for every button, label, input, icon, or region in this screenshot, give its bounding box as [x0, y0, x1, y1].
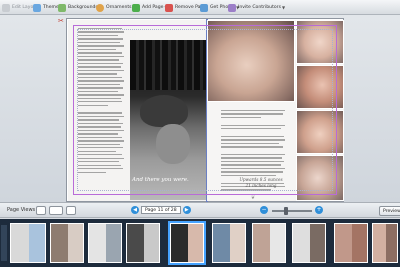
ornaments-button[interactable]: Ornaments▼ — [96, 2, 136, 13]
single-page-view-icon[interactable] — [36, 206, 46, 215]
page-indicator[interactable]: Page 11 of 28 — [141, 206, 181, 214]
filmstrip-thumbnail[interactable] — [10, 223, 46, 263]
filmstrip-thumbnail[interactable] — [372, 223, 398, 263]
layout-icon — [2, 3, 10, 12]
left-text-block[interactable] — [78, 28, 126, 175]
add-page-icon — [132, 3, 140, 12]
invite-icon — [228, 3, 236, 12]
ornaments-icon — [96, 3, 104, 12]
left-page[interactable]: And there you were. — [68, 20, 206, 201]
remove-page-icon — [165, 3, 173, 12]
filmstrip-thumbnail-selected[interactable] — [168, 221, 206, 265]
baby-photo-3[interactable] — [296, 110, 344, 154]
backgrounds-icon — [58, 3, 66, 12]
chevron-down-icon: ▼ — [281, 5, 286, 10]
next-page-icon[interactable]: ▶ — [182, 206, 191, 214]
preview-button[interactable]: Preview — [379, 206, 400, 216]
invite-contributors-button[interactable]: Invite Contributors ▼ — [228, 2, 285, 13]
scissors-icon[interactable]: ✂ — [58, 17, 64, 25]
page-pager: ◀ Page 11 of 28 ▶ — [131, 206, 191, 214]
zoom-slider-thumb[interactable] — [284, 207, 288, 215]
right-page[interactable]: Upwards 8.5 ounces 21 inches long ❦ — [207, 20, 344, 201]
zoom-slider[interactable] — [272, 207, 312, 215]
page-views-label: Page Views — [7, 207, 36, 213]
photo-caption[interactable]: And there you were. — [132, 177, 189, 183]
grid-view-icon[interactable] — [66, 206, 76, 215]
filmstrip-thumbnail[interactable] — [88, 223, 122, 263]
top-toolbar: Edit Layout Themes▼ Backgrounds▼ Ornamen… — [0, 0, 400, 15]
page-spread[interactable]: And there you were. Upwards 8.5 ounces 2… — [66, 18, 344, 203]
baby-photo-1[interactable] — [296, 20, 344, 64]
page-views-bar: Page Views ◀ Page 11 of 28 ▶ − + Preview — [0, 202, 400, 218]
filmstrip-thumbnail[interactable] — [252, 223, 286, 263]
filmstrip-thumbnail[interactable] — [292, 223, 326, 263]
get-photos-icon — [200, 3, 208, 12]
baby-photo-2[interactable] — [296, 65, 344, 109]
baby-photo-main[interactable] — [207, 20, 295, 102]
filmstrip-thumbnail[interactable] — [50, 223, 84, 263]
prev-page-icon[interactable]: ◀ — [131, 206, 139, 214]
zoom-out-icon[interactable]: − — [260, 206, 268, 214]
canvas-workspace: ✂ And there you were. Upwards 8.5 ounces… — [0, 15, 400, 203]
add-page-button[interactable]: Add Page▼ — [132, 2, 168, 13]
soldier-with-baby-photo[interactable] — [130, 40, 206, 200]
zoom-in-icon[interactable]: + — [315, 206, 323, 214]
filmstrip-thumbnail[interactable] — [334, 223, 368, 263]
page-filmstrip[interactable] — [0, 219, 400, 267]
photobook-editor: Edit Layout Themes▼ Backgrounds▼ Ornamen… — [0, 0, 400, 267]
baby-photo-4[interactable] — [296, 155, 344, 201]
spread-view-icon[interactable] — [49, 206, 63, 215]
ornament-icon: ❦ — [251, 195, 256, 201]
birth-stats-quote[interactable]: Upwards 8.5 ounces 21 inches long — [231, 177, 291, 189]
themes-icon — [33, 3, 41, 12]
filmstrip-scroll-left[interactable] — [1, 225, 7, 261]
filmstrip-thumbnail[interactable] — [212, 223, 246, 263]
filmstrip-thumbnail[interactable] — [126, 223, 160, 263]
